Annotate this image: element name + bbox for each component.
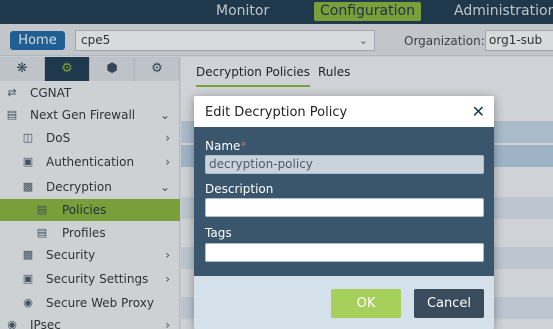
name-label-text: Name — [205, 139, 241, 153]
tags-label: Tags — [205, 226, 232, 240]
required-marker: * — [240, 139, 247, 153]
description-field[interactable] — [205, 198, 484, 217]
description-label: Description — [205, 182, 274, 196]
dialog-footer: OK Cancel — [194, 276, 494, 329]
name-label: Name* — [205, 139, 246, 153]
dialog-body: Name* decryption-policy Description Tags — [194, 127, 494, 276]
ok-button[interactable]: OK — [331, 289, 401, 318]
close-icon[interactable]: ✕ — [472, 102, 485, 121]
tags-field[interactable] — [205, 243, 484, 262]
dialog-header: Edit Decryption Policy ✕ — [194, 96, 494, 127]
dialog-title: Edit Decryption Policy — [205, 105, 348, 120]
cancel-button[interactable]: Cancel — [414, 289, 484, 318]
edit-decryption-policy-dialog: Edit Decryption Policy ✕ Name* decryptio… — [194, 96, 494, 329]
name-field[interactable]: decryption-policy — [205, 155, 484, 174]
